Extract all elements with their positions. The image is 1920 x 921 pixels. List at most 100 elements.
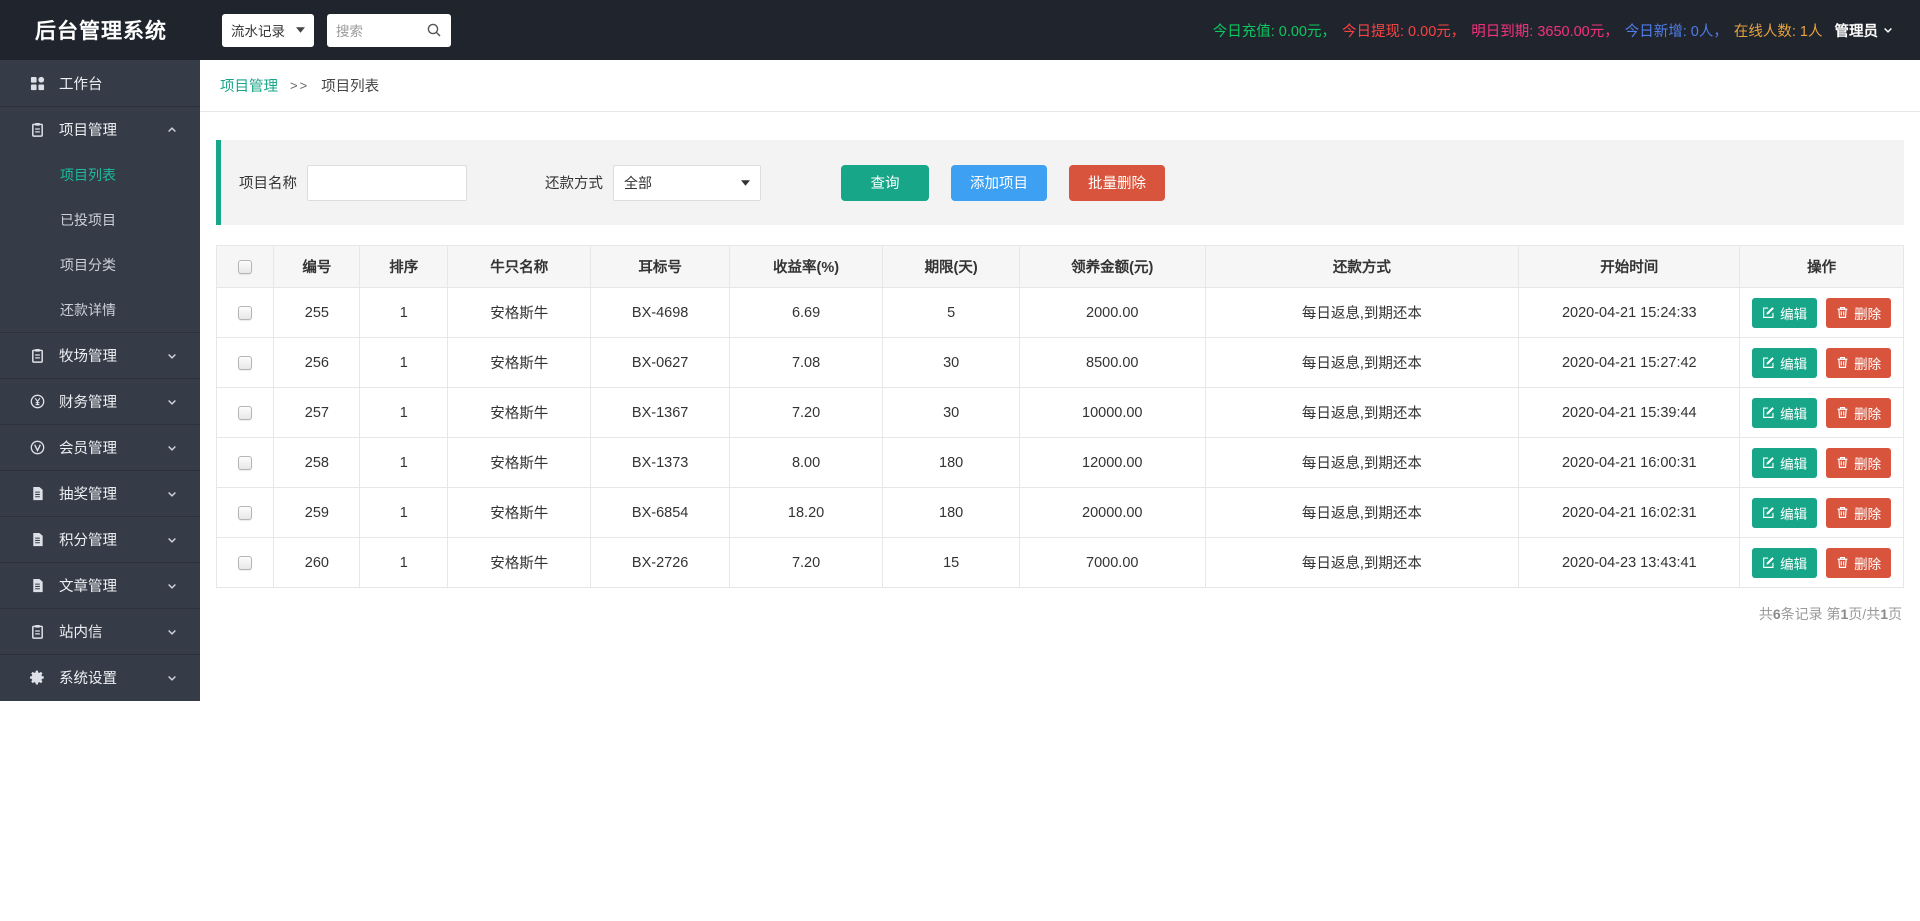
topbar-stats: 今日充值: 0.00元， 今日提现: 0.00元， 明日到期: 3650.00元， 今… — [1213, 20, 1829, 41]
sidebar-subitem[interactable]: 还款详情 — [0, 287, 200, 332]
module-select[interactable]: 流水记录 — [222, 13, 314, 47]
table-row: 257 1 安格斯牛 BX-1367 7.20 30 10000.00 每日返息,到期还本 20… — [215, 387, 1904, 438]
sidebar-item[interactable]: 站内信 — [0, 608, 200, 654]
stat-recharge-today: 今日充值: 0.00元， — [1212, 23, 1336, 40]
delete-button[interactable]: 删除 — [1826, 347, 1892, 378]
row-checkbox[interactable] — [238, 305, 253, 320]
sidebar-item-label: 积分管理 — [59, 533, 117, 549]
delete-button[interactable]: 删除 — [1826, 447, 1892, 478]
select-all-checkbox[interactable] — [238, 259, 253, 274]
cell-id: 260 — [273, 537, 361, 588]
delete-button[interactable]: 删除 — [1826, 397, 1892, 428]
gear-icon — [30, 670, 46, 686]
search-button[interactable]: 查询 — [841, 164, 929, 201]
chevron-down-icon — [166, 672, 178, 684]
column-header: 排序 — [359, 245, 449, 288]
column-header: 牛只名称 — [447, 245, 592, 288]
column-header: 还款方式 — [1204, 245, 1520, 288]
cell-start: 2020-04-21 15:24:33 — [1518, 287, 1741, 338]
cell-amount: 10000.00 — [1018, 387, 1206, 438]
row-checkbox[interactable] — [238, 405, 253, 420]
cell-repay: 每日返息,到期还本 — [1204, 487, 1520, 538]
admin-user-menu[interactable]: 管理员 — [1835, 20, 1895, 41]
repay-method-label: 还款方式 — [545, 176, 603, 192]
cell-name: 安格斯牛 — [447, 287, 592, 338]
sidebar-item[interactable]: 文章管理 — [0, 562, 200, 608]
edit-button[interactable]: 编辑 — [1752, 297, 1818, 328]
cell-sort: 1 — [359, 387, 449, 438]
edit-button[interactable]: 编辑 — [1752, 497, 1818, 528]
sidebar-item[interactable]: 抽奖管理 — [0, 470, 200, 516]
project-name-input[interactable] — [307, 164, 467, 201]
cell-name: 安格斯牛 — [447, 337, 592, 388]
delete-button[interactable]: 删除 — [1826, 297, 1892, 328]
cell-amount: 20000.00 — [1018, 487, 1206, 538]
repay-method-select[interactable]: 全部 — [613, 164, 761, 201]
table-row: 255 1 安格斯牛 BX-4698 6.69 5 2000.00 每日返息,到期还本 2020… — [215, 287, 1904, 338]
cell-name: 安格斯牛 — [447, 437, 592, 488]
filter-panel: 项目名称 还款方式 全部 查询 添加项目 批量删除 — [216, 140, 1904, 225]
yen-circle-icon — [30, 394, 46, 410]
repay-method-value: 全部 — [624, 174, 652, 191]
cell-actions: 编辑 删除 — [1739, 337, 1904, 388]
cell-tag: BX-4698 — [590, 287, 730, 338]
breadcrumb-parent-link[interactable]: 项目管理 — [220, 75, 278, 96]
cell-sort: 1 — [359, 337, 449, 388]
delete-button[interactable]: 删除 — [1826, 547, 1892, 578]
row-checkbox[interactable] — [238, 355, 253, 370]
sidebar-item[interactable]: 积分管理 — [0, 516, 200, 562]
sidebar-item[interactable]: 系统设置 — [0, 654, 200, 700]
pagination-summary: 共6条记录 第1页/共1页 — [1758, 606, 1902, 622]
pencil-icon — [1762, 406, 1775, 419]
edit-button[interactable]: 编辑 — [1752, 347, 1818, 378]
projects-table: 编号 排序 牛只名称 耳标号 收益率(%) 期限(天) 领养金额(元) 还款方式 开始时间 操作 … — [215, 245, 1904, 588]
sidebar-subitem[interactable]: 项目分类 — [0, 242, 200, 287]
column-header: 期限(天) — [882, 245, 1020, 288]
cell-amount: 8500.00 — [1018, 337, 1206, 388]
sidebar-item-label: 工作台 — [59, 76, 103, 93]
sidebar-item-label: 财务管理 — [59, 395, 117, 411]
column-header: 开始时间 — [1518, 245, 1741, 288]
row-checkbox[interactable] — [238, 455, 253, 470]
admin-user-name: 管理员 — [1834, 23, 1879, 40]
sidebar-item[interactable]: 项目管理 — [0, 106, 200, 152]
v-circle-icon — [30, 440, 46, 456]
clipboard-icon — [30, 348, 46, 364]
stat-online-count: 在线人数: 1人 — [1733, 23, 1823, 40]
edit-button[interactable]: 编辑 — [1752, 547, 1818, 578]
search-icon[interactable] — [426, 22, 442, 38]
pencil-icon — [1762, 456, 1775, 469]
sidebar-item[interactable]: 财务管理 — [0, 378, 200, 424]
cell-id: 258 — [273, 437, 361, 488]
row-checkbox[interactable] — [238, 505, 253, 520]
add-project-button[interactable]: 添加项目 — [951, 164, 1047, 201]
cell-days: 180 — [882, 487, 1020, 538]
sidebar-item[interactable]: 会员管理 — [0, 424, 200, 470]
chevron-down-icon — [166, 396, 178, 408]
cell-name: 安格斯牛 — [447, 537, 592, 588]
batch-delete-button[interactable]: 批量删除 — [1069, 164, 1165, 201]
sidebar-item[interactable]: 牧场管理 — [0, 332, 200, 378]
cell-tag: BX-1367 — [590, 387, 730, 438]
cell-rate: 7.20 — [728, 387, 884, 438]
table-row: 258 1 安格斯牛 BX-1373 8.00 180 12000.00 每日返息,到期还本 2… — [215, 437, 1904, 488]
cell-days: 180 — [882, 437, 1020, 488]
topbar-search[interactable]: 搜索 — [327, 13, 451, 47]
module-select-value: 流水记录 — [231, 24, 285, 39]
cell-actions: 编辑 删除 — [1739, 387, 1904, 438]
edit-button[interactable]: 编辑 — [1752, 447, 1818, 478]
delete-button[interactable]: 删除 — [1826, 497, 1892, 528]
sidebar-subitem[interactable]: 项目列表 — [0, 152, 200, 197]
pencil-icon — [1762, 356, 1775, 369]
cell-actions: 编辑 删除 — [1739, 287, 1904, 338]
sidebar-item[interactable]: 工作台 — [0, 60, 200, 106]
chevron-down-icon — [166, 442, 178, 454]
cell-start: 2020-04-21 15:39:44 — [1518, 387, 1741, 438]
row-checkbox[interactable] — [238, 555, 253, 570]
edit-button[interactable]: 编辑 — [1752, 397, 1818, 428]
column-header: 编号 — [273, 245, 361, 288]
document-icon — [30, 532, 46, 548]
sidebar-subitem[interactable]: 已投项目 — [0, 197, 200, 242]
cell-repay: 每日返息,到期还本 — [1204, 287, 1520, 338]
main-content: 项目管理 >> 项目列表 项目名称 还款方式 全部 查询 添加项目 批量删除 编… — [200, 60, 1920, 921]
